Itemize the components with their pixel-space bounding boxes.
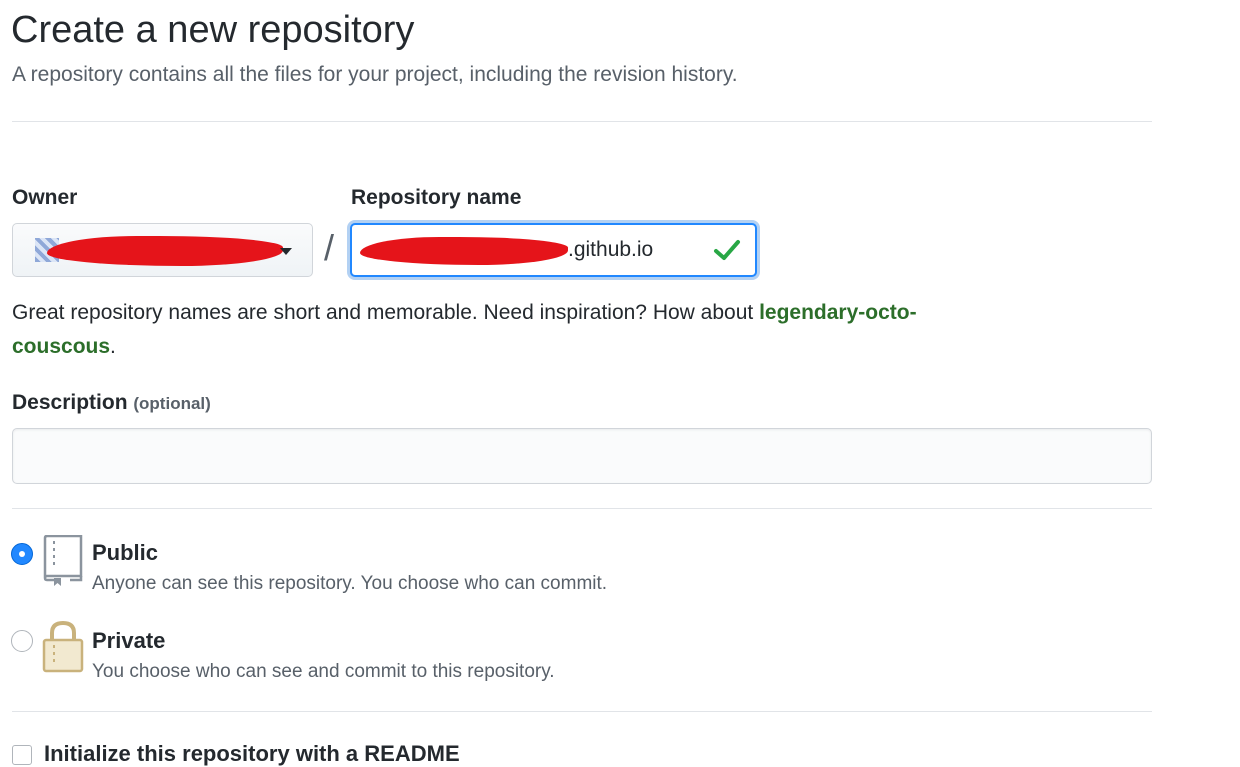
repository-name-input[interactable]: .github.io xyxy=(350,223,757,277)
owner-label: Owner xyxy=(12,186,78,209)
repo-name-label: Repository name xyxy=(351,186,522,209)
private-desc: You choose who can see and commit to thi… xyxy=(92,661,555,682)
public-title: Public xyxy=(92,540,159,565)
init-readme-label: Initialize this repository with a README xyxy=(44,741,460,766)
divider xyxy=(12,711,1152,712)
optional-tag: (optional) xyxy=(133,394,211,413)
redacted-repo-name xyxy=(360,237,568,265)
description-label: Description (optional) xyxy=(12,390,211,417)
repo-name-hint: Great repository names are short and mem… xyxy=(12,296,1012,364)
description-label-text: Description xyxy=(12,391,128,414)
description-input[interactable] xyxy=(12,428,1152,484)
repo-name-value: .github.io xyxy=(568,238,654,261)
owner-repo-separator: / xyxy=(324,227,335,268)
page-title: Create a new repository xyxy=(11,9,415,51)
divider xyxy=(12,508,1152,509)
public-desc: Anyone can see this repository. You choo… xyxy=(92,573,608,594)
private-title: Private xyxy=(92,628,166,653)
check-icon xyxy=(714,240,740,260)
page-subtitle: A repository contains all the files for … xyxy=(12,63,738,86)
repo-icon xyxy=(43,535,83,586)
lock-icon xyxy=(42,621,84,673)
radio-public[interactable] xyxy=(11,543,33,565)
owner-select[interactable] xyxy=(12,223,313,277)
chevron-down-icon xyxy=(280,248,292,255)
divider xyxy=(12,121,1152,122)
redacted-owner-name xyxy=(47,236,283,266)
hint-end: . xyxy=(110,335,116,358)
hint-text: Great repository names are short and mem… xyxy=(12,301,760,324)
radio-private[interactable] xyxy=(11,630,33,652)
init-readme-checkbox[interactable] xyxy=(12,745,32,765)
